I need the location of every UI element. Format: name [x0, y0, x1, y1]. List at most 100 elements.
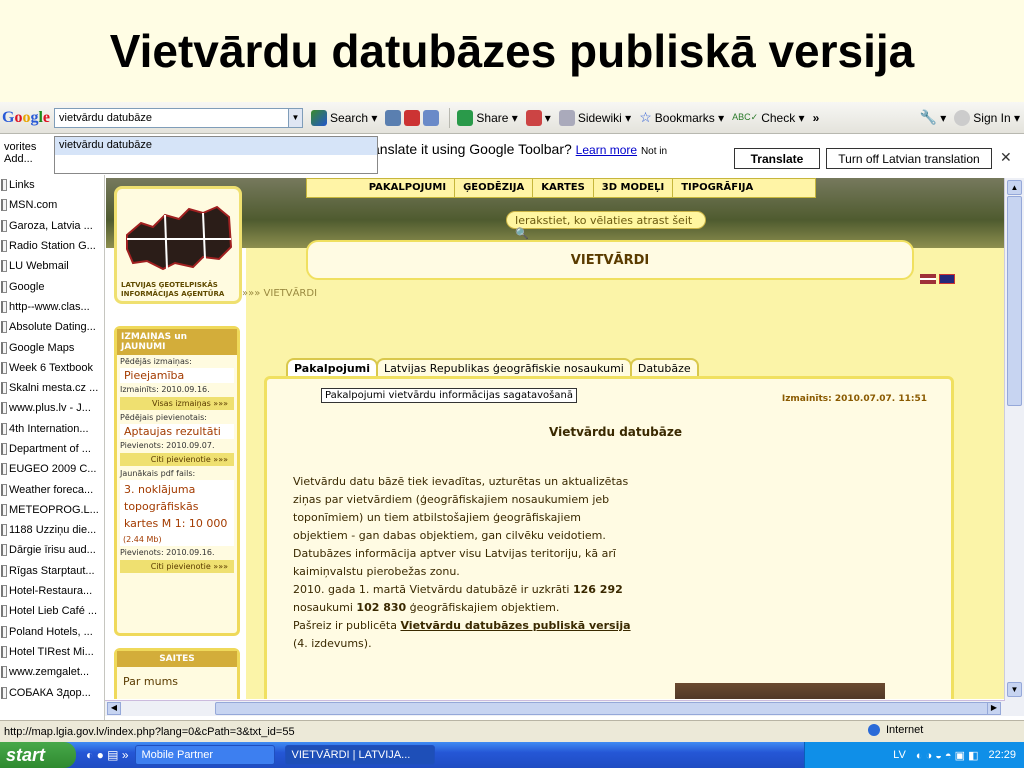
favorites-item[interactable]: www.zemgalet... [0, 662, 104, 682]
favorites-item[interactable]: СОБАКА Здор... [0, 682, 104, 702]
favorites-item[interactable]: Google [0, 276, 104, 296]
all-changes-link[interactable]: Visas izmaiņas »»» [120, 397, 234, 410]
close-icon[interactable]: ✕ [1000, 149, 1012, 166]
task-mobile-partner[interactable]: Mobile Partner [134, 745, 275, 765]
menu-item-tipografija[interactable]: TIPOGRĀFIJA [673, 179, 761, 197]
favorites-item[interactable]: EUGEO 2009 C... [0, 459, 104, 479]
add-favorite-button[interactable]: Add... [4, 153, 33, 165]
about-link[interactable]: Par mums [117, 667, 237, 696]
more-button[interactable]: » [813, 111, 820, 125]
translate-button[interactable]: Translate [734, 148, 820, 169]
favorites-item[interactable]: Weather foreca... [0, 479, 104, 499]
tray-icons: ◐ ◑ ◒ ◓ ▣ ◧ [915, 749, 979, 762]
taskbar: start ◐ ● ▤ » Mobile Partner VIETVĀRDI |… [0, 742, 1024, 768]
bookmark-icon [1, 341, 7, 354]
other-added-link[interactable]: Citi pievienotie »»» [120, 453, 234, 466]
lgia-logo[interactable]: LATVIJAS ĢEOTELPISKĀS INFORMĀCIJAS AĢENT… [114, 186, 242, 304]
favorites-item[interactable]: Hotel-Restaura... [0, 581, 104, 601]
favorites-item[interactable]: Google Maps [0, 337, 104, 357]
favorites-item[interactable]: Rīgas Starptaut... [0, 561, 104, 581]
menu-item-kartes[interactable]: KARTES [533, 179, 594, 197]
horizontal-scrollbar[interactable]: ◀ ▶ [105, 700, 1005, 716]
settings-button[interactable]: 🔧 ▾ [919, 109, 946, 126]
favorites-item[interactable]: http--www.clas... [0, 297, 104, 317]
search-icon[interactable]: 🔍 [515, 227, 529, 240]
modified-date: Izmainīts: 2010.07.07. 11:51 [781, 394, 927, 404]
logo-text: LATVIJAS ĢEOTELPISKĀS INFORMĀCIJAS AĢENT… [121, 281, 225, 298]
separator [449, 107, 451, 128]
sign-in-button[interactable]: Sign In ▾ [954, 109, 1020, 126]
latest-change-link[interactable]: Pieejamība [120, 368, 234, 383]
share-button[interactable]: Share ▾ [457, 109, 518, 126]
news-panel: IZMAIŅAS un JAUNUMI Pēdējās izmaiņas: Pi… [114, 326, 240, 636]
menu-item-geodezija[interactable]: ĢEODĒZIJA [455, 179, 534, 197]
favorites-item[interactable]: Absolute Dating... [0, 317, 104, 337]
english-flag-icon[interactable] [938, 274, 955, 284]
suggestion-item[interactable]: vietvārdu datubāze [55, 137, 377, 155]
favorites-item[interactable]: Department of ... [0, 439, 104, 459]
favorites-item[interactable]: Dārgie īrisu aud... [0, 540, 104, 560]
content-tabs: Pakalpojumi Latvijas Republikas ģeogrāfi… [286, 358, 699, 378]
favorites-item[interactable]: Poland Hotels, ... [0, 622, 104, 642]
favorites-item[interactable]: METEOPROG.L... [0, 500, 104, 520]
tab-pakalpojumi[interactable]: Pakalpojumi [286, 358, 378, 378]
bookmark-icon [1, 443, 7, 455]
language-flags [920, 274, 955, 287]
blogger-button[interactable]: ▾ [525, 109, 551, 126]
check-button[interactable]: ABC✓ Check ▾ [732, 111, 804, 125]
main-menu: PAKALPOJUMI ĢEODĒZIJA KARTES 3D MODEĻI T… [306, 178, 816, 198]
system-tray: LV ◐ ◑ ◒ ◓ ▣ ◧ 22:29 [804, 742, 1024, 768]
tab-geographic-names[interactable]: Latvijas Republikas ģeogrāfiskie nosauku… [375, 358, 632, 378]
task-browser-window[interactable]: VIETVĀRDI | LATVIJA... [284, 745, 435, 765]
favorites-item[interactable]: 1188 Uzziņu die... [0, 520, 104, 540]
toolbar-tools[interactable] [385, 109, 442, 126]
favorites-item[interactable]: www.plus.lv - J... [0, 398, 104, 418]
latvian-flag-icon[interactable] [920, 274, 936, 284]
menu-item-3d-modeli[interactable]: 3D MODEĻI [594, 179, 674, 197]
gmail-icon [404, 109, 421, 126]
links-panel-header: SAITES [117, 651, 237, 667]
favorites-item[interactable]: Radio Station G... [0, 236, 104, 256]
bookmark-icon [1, 321, 7, 334]
scroll-thumb[interactable] [215, 702, 995, 715]
latest-pdf-link[interactable]: 3. noklājuma topogrāfiskās kartes M 1: 1… [120, 480, 234, 533]
favorites-item[interactable]: Hotel TIRest Mi... [0, 642, 104, 662]
scroll-left-button[interactable]: ◀ [107, 702, 121, 715]
turn-off-translation-button[interactable]: Turn off Latvian translation [826, 148, 992, 169]
sidewiki-button[interactable]: Sidewiki ▾ [558, 109, 631, 126]
public-version-link[interactable]: Vietvārdu datubāzes publiskā versija [400, 619, 630, 632]
favorites-item[interactable]: 4th Internation... [0, 419, 104, 439]
latest-added-link[interactable]: Aptaujas rezultāti [120, 424, 234, 439]
tools-icon [385, 109, 402, 126]
favorites-item[interactable]: Hotel Lieb Café ... [0, 601, 104, 621]
breadcrumb[interactable]: »»» VIETVĀRDI [242, 288, 317, 299]
blocker-icon [525, 109, 542, 126]
learn-more-link[interactable]: Learn more [576, 143, 637, 157]
favorites-item[interactable]: LU Webmail [0, 256, 104, 276]
language-indicator[interactable]: LV [893, 749, 906, 761]
tab-datubaze[interactable]: Datubāze [629, 358, 699, 378]
content-heading: Vietvārdu datubāze [549, 425, 682, 439]
site-search-input[interactable]: Ierakstiet, ko vēlaties atrast šeit 🔍 [506, 211, 706, 240]
search-dropdown-button[interactable]: ▼ [289, 107, 304, 128]
favorites-item[interactable]: Week 6 Textbook [0, 358, 104, 378]
favorites-item[interactable]: Links [0, 175, 104, 195]
bookmark-icon [1, 219, 7, 232]
search-input[interactable]: vietvārdu datubāze [54, 107, 290, 128]
favorites-item[interactable]: Garoza, Latvia ... [0, 216, 104, 236]
search-icon [311, 109, 328, 126]
bookmarks-button[interactable]: ☆ Bookmarks ▾ [639, 109, 724, 126]
scroll-up-button[interactable]: ▲ [1007, 180, 1022, 195]
vertical-scrollbar[interactable]: ▲ ▼ [1004, 178, 1024, 716]
start-button[interactable]: start [0, 742, 76, 768]
favorites-item[interactable]: MSN.com [0, 195, 104, 215]
other-added-link[interactable]: Citi pievienotie »»» [120, 560, 234, 573]
scroll-right-button[interactable]: ▶ [987, 702, 1001, 715]
scroll-thumb[interactable] [1007, 196, 1022, 406]
bookmark-icon [1, 524, 7, 537]
favorites-item[interactable]: Skalni mesta.cz ... [0, 378, 104, 398]
search-button[interactable]: Search ▾ [311, 109, 377, 126]
tooltip: Pakalpojumi vietvārdu informācijas sagat… [321, 388, 577, 403]
menu-item-pakalpojumi[interactable]: PAKALPOJUMI [361, 179, 456, 197]
scroll-down-button[interactable]: ▼ [1007, 682, 1022, 697]
